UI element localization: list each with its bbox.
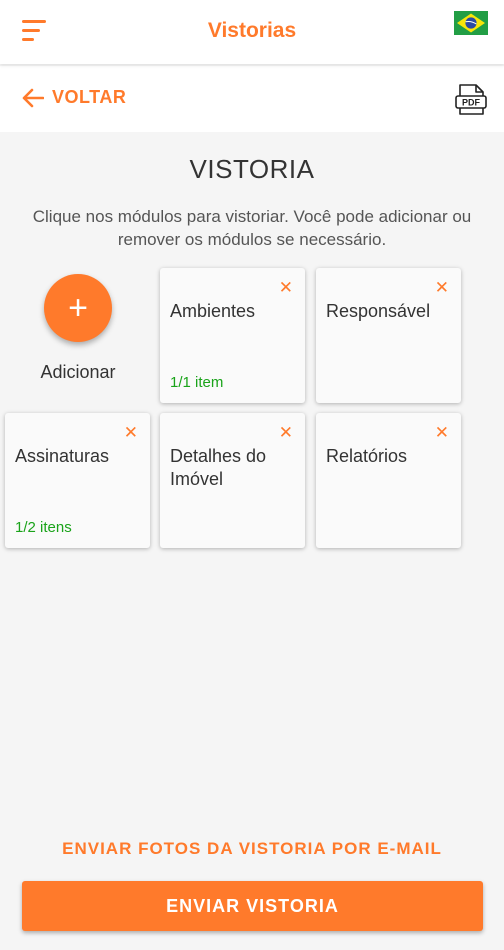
back-button[interactable]: VOLTAR [22, 87, 126, 108]
module-count: 1/1 item [170, 374, 224, 391]
back-label: VOLTAR [52, 87, 127, 107]
action-bar: VOLTAR PDF [0, 66, 504, 132]
brazil-flag-icon[interactable] [454, 11, 488, 35]
module-card-relatorios[interactable]: ✕ Relatórios [316, 413, 461, 548]
close-icon[interactable]: ✕ [279, 423, 293, 443]
close-icon[interactable]: ✕ [124, 423, 138, 443]
pdf-file-icon[interactable]: PDF [454, 83, 488, 117]
send-photos-email-link[interactable]: ENVIAR FOTOS DA VISTORIA POR E-MAIL [0, 839, 504, 859]
svg-text:PDF: PDF [462, 98, 481, 108]
send-inspection-button[interactable]: ENVIAR VISTORIA [22, 881, 483, 931]
module-name: Relatórios [326, 446, 408, 466]
module-card-assinaturas[interactable]: ✕ Assinaturas 1/2 itens [5, 413, 150, 548]
app-bar: Vistorias [0, 0, 504, 64]
page-title: VISTORIA [189, 154, 315, 184]
instructions-text: Clique nos módulos para vistoriar. Você … [32, 207, 472, 249]
module-name: Responsável [326, 301, 431, 321]
add-module-label: Adicionar [40, 362, 116, 382]
module-count: 1/2 itens [15, 519, 72, 536]
plus-icon: + [68, 289, 88, 327]
close-icon[interactable]: ✕ [279, 278, 293, 298]
module-name: Assinaturas [15, 446, 110, 466]
arrow-left-icon [22, 88, 44, 107]
add-module-button[interactable]: + [44, 274, 112, 342]
module-card-detalhes-do-imovel[interactable]: ✕ Detalhes do Imóvel [160, 413, 305, 548]
module-name: Detalhes do Imóvel [170, 446, 267, 489]
close-icon[interactable]: ✕ [435, 423, 449, 443]
module-card-ambientes[interactable]: ✕ Ambientes 1/1 item [160, 268, 305, 403]
app-title: Vistorias [207, 19, 297, 42]
close-icon[interactable]: ✕ [435, 278, 449, 298]
module-card-responsavel[interactable]: ✕ Responsável [316, 268, 461, 403]
module-name: Ambientes [170, 301, 256, 321]
